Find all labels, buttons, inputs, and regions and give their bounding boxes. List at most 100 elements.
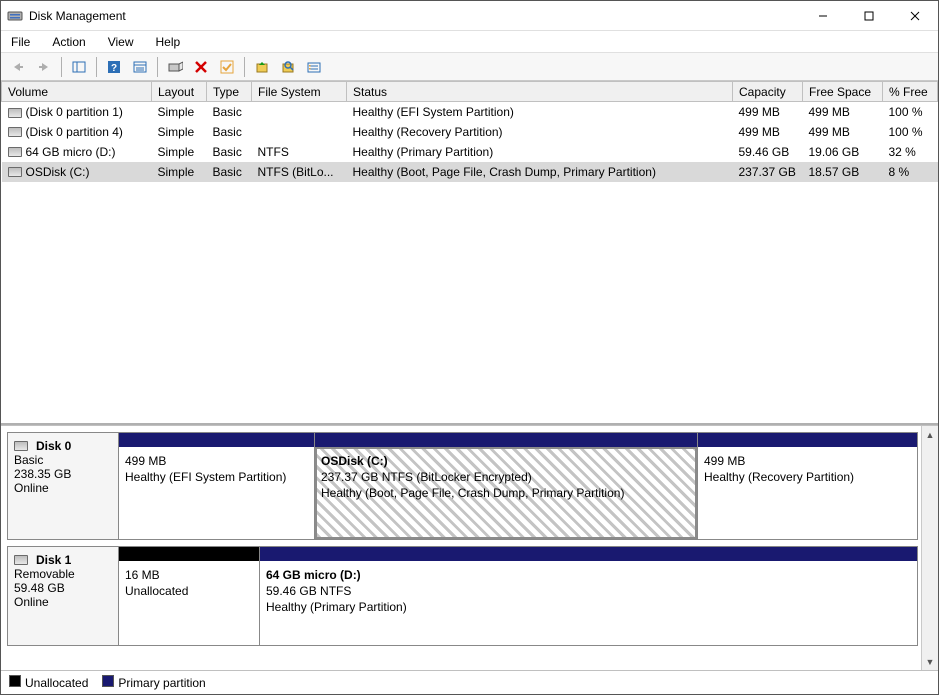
col-status[interactable]: Status bbox=[347, 82, 733, 102]
disk-type: Removable bbox=[14, 567, 112, 581]
back-button[interactable] bbox=[7, 56, 29, 78]
partition[interactable]: OSDisk (C:)237.37 GB NTFS (BitLocker Enc… bbox=[314, 447, 697, 539]
disk-name: Disk 0 bbox=[36, 439, 71, 453]
partition-title: 64 GB micro (D:) bbox=[266, 567, 911, 583]
partition[interactable]: 499 MBHealthy (Recovery Partition) bbox=[697, 447, 917, 539]
swatch-black-icon bbox=[9, 675, 21, 687]
partition-line1: 16 MB bbox=[125, 567, 253, 583]
scroll-up-button[interactable]: ▲ bbox=[922, 426, 938, 443]
find-button[interactable] bbox=[277, 56, 299, 78]
cell-layout: Simple bbox=[152, 102, 207, 122]
show-hide-tree-button[interactable] bbox=[68, 56, 90, 78]
menu-action[interactable]: Action bbox=[48, 34, 89, 50]
col-type[interactable]: Type bbox=[207, 82, 252, 102]
col-pctfree[interactable]: % Free bbox=[883, 82, 938, 102]
col-filesystem[interactable]: File System bbox=[252, 82, 347, 102]
disk-icon bbox=[14, 441, 28, 451]
properties-button[interactable] bbox=[129, 56, 151, 78]
app-icon bbox=[7, 8, 23, 24]
cell-capacity: 237.37 GB bbox=[733, 162, 803, 182]
cell-capacity: 499 MB bbox=[733, 102, 803, 122]
cell-free: 499 MB bbox=[803, 122, 883, 142]
toolbar-separator bbox=[61, 57, 62, 77]
disk-state: Online bbox=[14, 595, 112, 609]
cell-status: Healthy (EFI System Partition) bbox=[347, 102, 733, 122]
cell-layout: Simple bbox=[152, 122, 207, 142]
disk-size: 238.35 GB bbox=[14, 467, 112, 481]
volume-table[interactable]: Volume Layout Type File System Status Ca… bbox=[1, 81, 938, 182]
scroll-track[interactable] bbox=[922, 443, 938, 653]
cell-status: Healthy (Primary Partition) bbox=[347, 142, 733, 162]
cell-pct: 100 % bbox=[883, 122, 938, 142]
disk-row: Disk 0Basic238.35 GBOnline499 MBHealthy … bbox=[7, 432, 918, 540]
volume-list-pane: Volume Layout Type File System Status Ca… bbox=[1, 81, 938, 425]
scrollbar-vertical[interactable]: ▲ ▼ bbox=[921, 426, 938, 670]
disk-type: Basic bbox=[14, 453, 112, 467]
table-row[interactable]: (Disk 0 partition 4) SimpleBasic Healthy (… bbox=[2, 122, 938, 142]
partition[interactable]: 499 MBHealthy (EFI System Partition) bbox=[119, 447, 314, 539]
cell-type: Basic bbox=[207, 122, 252, 142]
window-title: Disk Management bbox=[29, 9, 800, 23]
refresh-button[interactable] bbox=[251, 56, 273, 78]
disk-row: Disk 1Removable59.48 GBOnline16 MBUnallo… bbox=[7, 546, 918, 646]
table-row[interactable]: OSDisk (C:)SimpleBasicNTFS (BitLo...Heal… bbox=[2, 162, 938, 182]
list-button[interactable] bbox=[303, 56, 325, 78]
cell-fs bbox=[252, 102, 347, 122]
partition[interactable]: 16 MBUnallocated bbox=[119, 561, 259, 645]
disk-state: Online bbox=[14, 481, 112, 495]
col-freespace[interactable]: Free Space bbox=[803, 82, 883, 102]
scroll-down-button[interactable]: ▼ bbox=[922, 653, 938, 670]
partition-line2: Unallocated bbox=[125, 583, 253, 599]
cell-free: 499 MB bbox=[803, 102, 883, 122]
menu-help[interactable]: Help bbox=[152, 34, 185, 50]
menu-file[interactable]: File bbox=[7, 34, 34, 50]
swatch-blue-icon bbox=[102, 675, 114, 687]
cell-layout: Simple bbox=[152, 142, 207, 162]
disk-icon bbox=[8, 147, 22, 157]
legend: Unallocated Primary partition bbox=[1, 670, 938, 694]
disk-size: 59.48 GB bbox=[14, 581, 112, 595]
close-button[interactable] bbox=[892, 1, 938, 31]
partition[interactable]: 64 GB micro (D:)59.46 GB NTFSHealthy (Pr… bbox=[259, 561, 917, 645]
cell-free: 19.06 GB bbox=[803, 142, 883, 162]
explore-button[interactable] bbox=[164, 56, 186, 78]
partition-line2: Healthy (Primary Partition) bbox=[266, 599, 911, 615]
maximize-button[interactable] bbox=[846, 1, 892, 31]
cell-layout: Simple bbox=[152, 162, 207, 182]
disk-info[interactable]: Disk 1Removable59.48 GBOnline bbox=[7, 546, 119, 646]
toolbar-separator bbox=[157, 57, 158, 77]
svg-text:?: ? bbox=[111, 63, 117, 74]
check-button[interactable] bbox=[216, 56, 238, 78]
disk-info[interactable]: Disk 0Basic238.35 GBOnline bbox=[7, 432, 119, 540]
volume-name: (Disk 0 partition 4) bbox=[26, 125, 123, 139]
delete-button[interactable] bbox=[190, 56, 212, 78]
col-layout[interactable]: Layout bbox=[152, 82, 207, 102]
disk-icon bbox=[8, 108, 22, 118]
minimize-button[interactable] bbox=[800, 1, 846, 31]
help-button[interactable]: ? bbox=[103, 56, 125, 78]
toolbar-separator bbox=[244, 57, 245, 77]
cell-type: Basic bbox=[207, 162, 252, 182]
menu-view[interactable]: View bbox=[104, 34, 138, 50]
table-row[interactable]: (Disk 0 partition 1)SimpleBasicHealthy (… bbox=[2, 102, 938, 122]
cell-free: 18.57 GB bbox=[803, 162, 883, 182]
volume-name: 64 GB micro (D:) bbox=[26, 145, 116, 159]
cell-status: Healthy (Boot, Page File, Crash Dump, Pr… bbox=[347, 162, 733, 182]
cell-capacity: 59.46 GB bbox=[733, 142, 803, 162]
col-capacity[interactable]: Capacity bbox=[733, 82, 803, 102]
menubar: File Action View Help bbox=[1, 31, 938, 53]
cell-fs: NTFS (BitLo... bbox=[252, 162, 347, 182]
table-row[interactable]: 64 GB micro (D:) SimpleBasicNTFSHealthy (… bbox=[2, 142, 938, 162]
cell-capacity: 499 MB bbox=[733, 122, 803, 142]
disk-icon bbox=[14, 555, 28, 565]
cell-status: Healthy (Recovery Partition) bbox=[347, 122, 733, 142]
app-window: Disk Management File Action View Help ? … bbox=[0, 0, 939, 695]
forward-button[interactable] bbox=[33, 56, 55, 78]
titlebar: Disk Management bbox=[1, 1, 938, 31]
cell-fs: NTFS bbox=[252, 142, 347, 162]
disk-graphic-pane: Disk 0Basic238.35 GBOnline499 MBHealthy … bbox=[1, 425, 938, 670]
disk-icon bbox=[8, 167, 22, 177]
cell-pct: 100 % bbox=[883, 102, 938, 122]
col-volume[interactable]: Volume bbox=[2, 82, 152, 102]
cell-type: Basic bbox=[207, 142, 252, 162]
